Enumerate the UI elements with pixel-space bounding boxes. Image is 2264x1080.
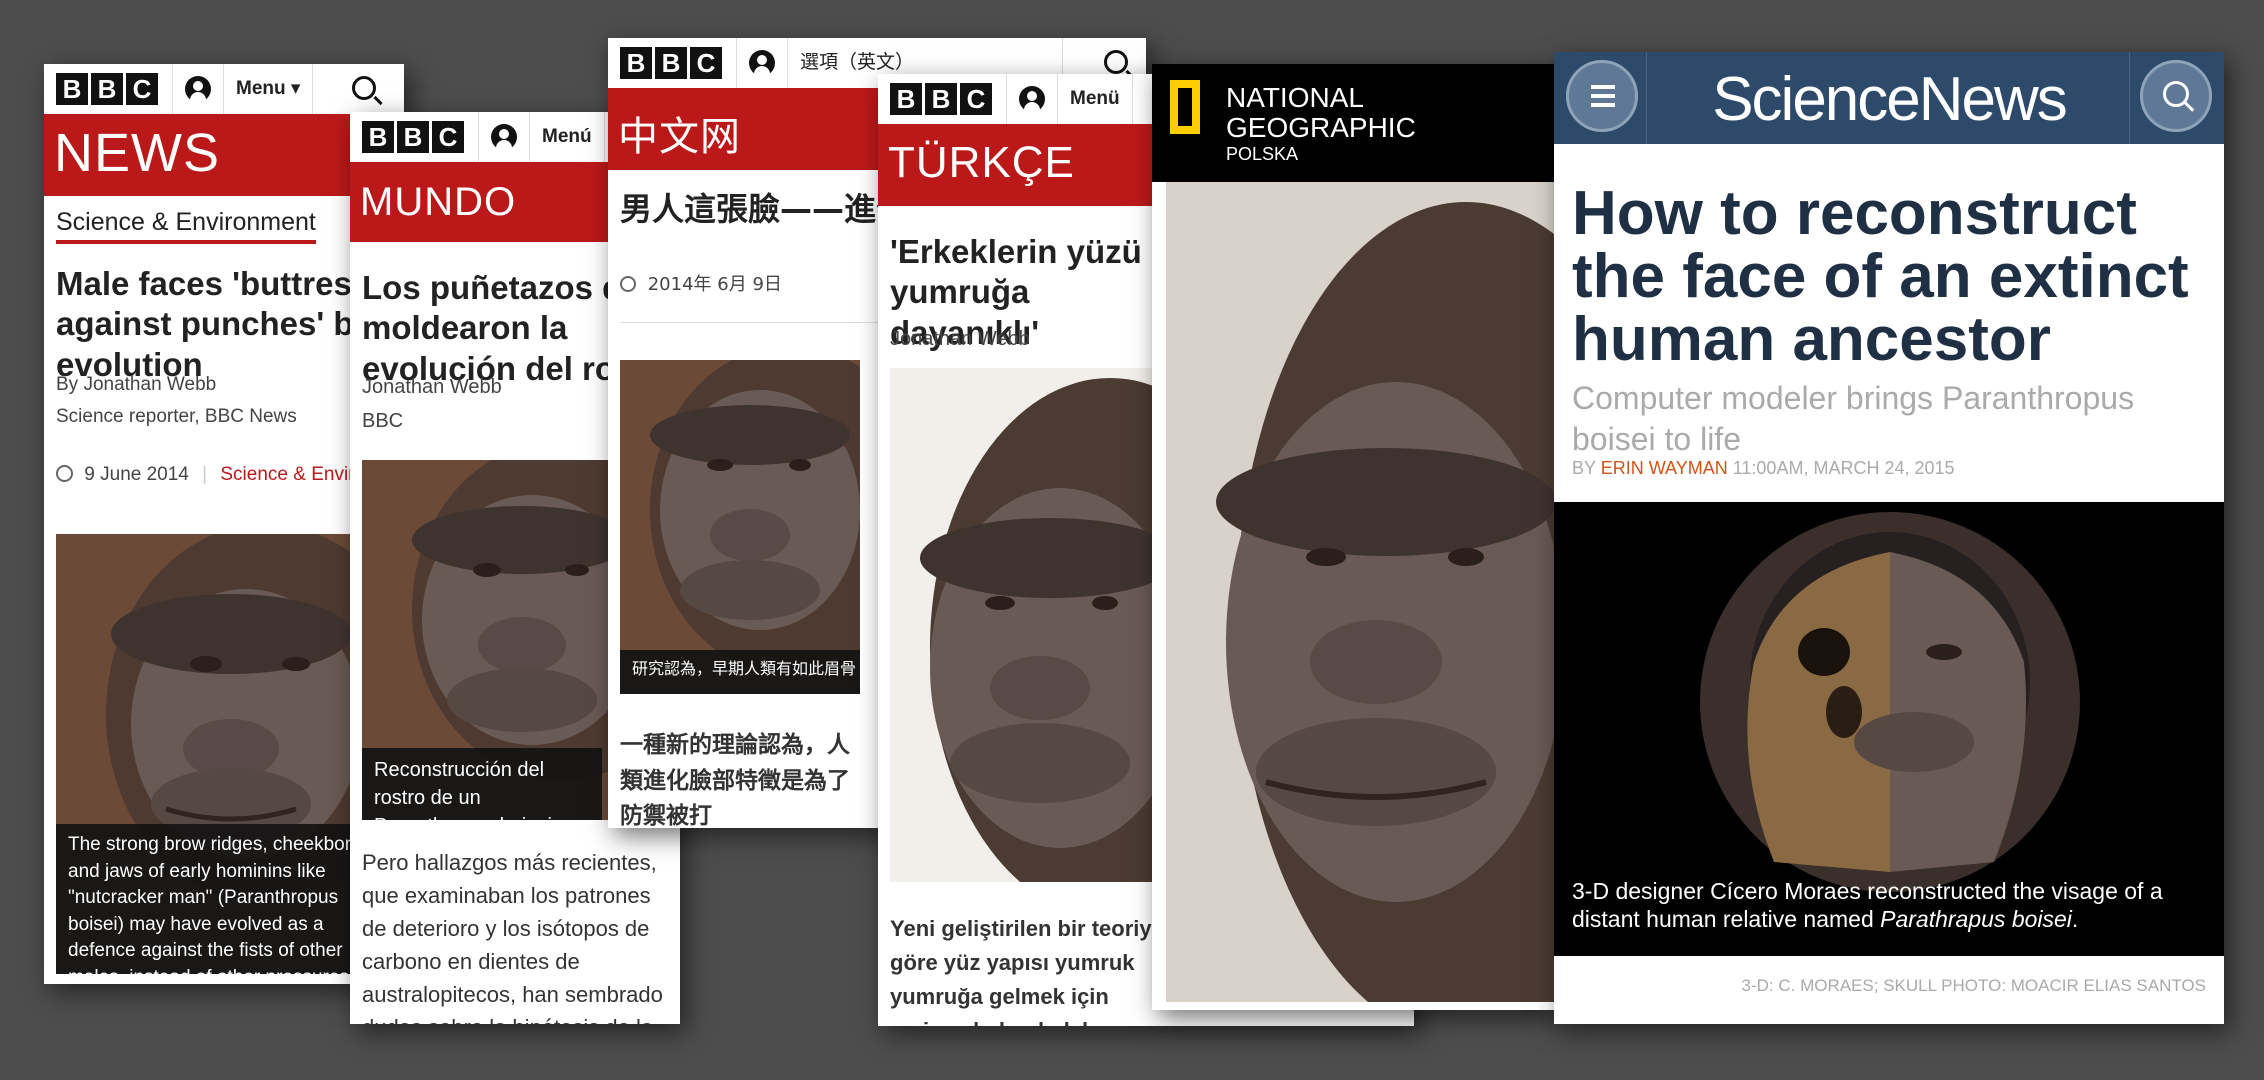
headline: How to reconstruct the face of an extinc…	[1572, 179, 2189, 375]
bbc-logo[interactable]: BBC	[362, 121, 464, 153]
subtitle: Computer modeler brings Paranthropus boi…	[1572, 380, 2135, 457]
account-icon[interactable]	[1006, 74, 1058, 124]
search-icon[interactable]	[1104, 50, 1128, 74]
clock-icon	[620, 276, 636, 292]
news-brand[interactable]: NEWS	[54, 122, 220, 184]
mundo-brand[interactable]: MUNDO	[360, 180, 516, 225]
chinese-brand[interactable]: 中文网	[618, 104, 741, 162]
author: Jonathan Webb	[890, 328, 1030, 350]
hominin-face-image	[620, 360, 860, 694]
reporter-role: Science reporter, BBC News	[56, 406, 297, 427]
sciencenews-header: ScienceNews	[1554, 52, 2224, 144]
natgeo-logo-frame[interactable]	[1170, 80, 1200, 134]
menu-button[interactable]: Menu ▾	[224, 64, 314, 114]
bbc-header: B B C Menu ▾	[44, 64, 404, 115]
byline: BY ERIN WAYMAN 11:00AM, MARCH 24, 2015	[1572, 458, 1955, 478]
date: 9 June 2014	[84, 464, 189, 485]
search-icon[interactable]	[352, 76, 376, 100]
photo-caption: 研究認為，早期人類有如此眉骨	[620, 650, 860, 694]
natgeo-logo-line3: POLSKA	[1226, 144, 1299, 164]
bbc-logo[interactable]: B B C	[56, 73, 158, 105]
article-photo	[1166, 182, 1558, 1002]
hamburger-icon[interactable]	[1566, 60, 1638, 132]
photo-caption: Reconstrucción del rostro de un Paranthr…	[362, 748, 602, 820]
clock-icon	[56, 465, 73, 482]
sciencenews-logo[interactable]: ScienceNews	[1654, 64, 2124, 135]
menu-button[interactable]: Menú	[530, 112, 605, 162]
timestamp: 11:00AM, MARCH 24, 2015	[1732, 458, 1955, 478]
bbc-logo[interactable]: BBC	[890, 83, 992, 115]
photo-caption: 3-D designer Cícero Moraes reconstructed…	[1572, 878, 2163, 932]
account-icon[interactable]	[172, 64, 224, 114]
body-text: Pero hallazgos más recientes, que examin…	[362, 850, 663, 1024]
header-divider-right	[2129, 52, 2130, 144]
natgeo-card: NATIONAL GEOGRAPHIC POLSKA	[1152, 64, 1558, 1010]
date-line: 2014年 6月 9日	[620, 270, 782, 296]
byline: By Jonathan Webb	[56, 374, 217, 395]
article-photo: 3-D designer Cícero Moraes reconstructed…	[1554, 502, 2224, 956]
body-text: Yeni geliştirilen bir teoriye göre yüz y…	[890, 916, 1164, 1026]
article-photo	[890, 368, 1170, 882]
body-text: 一種新的理論認為，人類進化臉部特徵是為了防禦被打	[620, 732, 850, 828]
natgeo-logo-line1: NATIONAL	[1226, 82, 1364, 113]
menu-button[interactable]: Menü	[1058, 74, 1133, 124]
hominin-face-image	[1166, 182, 1558, 1002]
sciencenews-card: ScienceNews How to reconstruct the face …	[1554, 52, 2224, 1024]
section-label[interactable]: Science & Environment	[56, 208, 316, 244]
header-divider-left	[1646, 52, 1647, 144]
natgeo-logo-line2: GEOGRAPHIC	[1226, 112, 1416, 143]
account-icon[interactable]	[478, 112, 530, 162]
article-photo: 研究認為，早期人類有如此眉骨	[620, 360, 860, 694]
date: 2014年 6月 9日	[647, 274, 782, 295]
turkce-brand[interactable]: TÜRKÇE	[888, 138, 1075, 188]
bbc-logo[interactable]: BBC	[620, 47, 722, 79]
author: Jonathan Webb	[362, 376, 502, 398]
hominin-face-image	[890, 368, 1170, 882]
organization: BBC	[362, 410, 404, 432]
search-icon[interactable]	[2140, 60, 2212, 132]
account-icon[interactable]	[736, 38, 788, 88]
natgeo-header: NATIONAL GEOGRAPHIC POLSKA	[1152, 64, 1558, 182]
author-link[interactable]: ERIN WAYMAN	[1601, 458, 1728, 478]
photo-credit: 3-D: C. MORAES; SKULL PHOTO: MOACIR ELIA…	[1741, 976, 2206, 995]
